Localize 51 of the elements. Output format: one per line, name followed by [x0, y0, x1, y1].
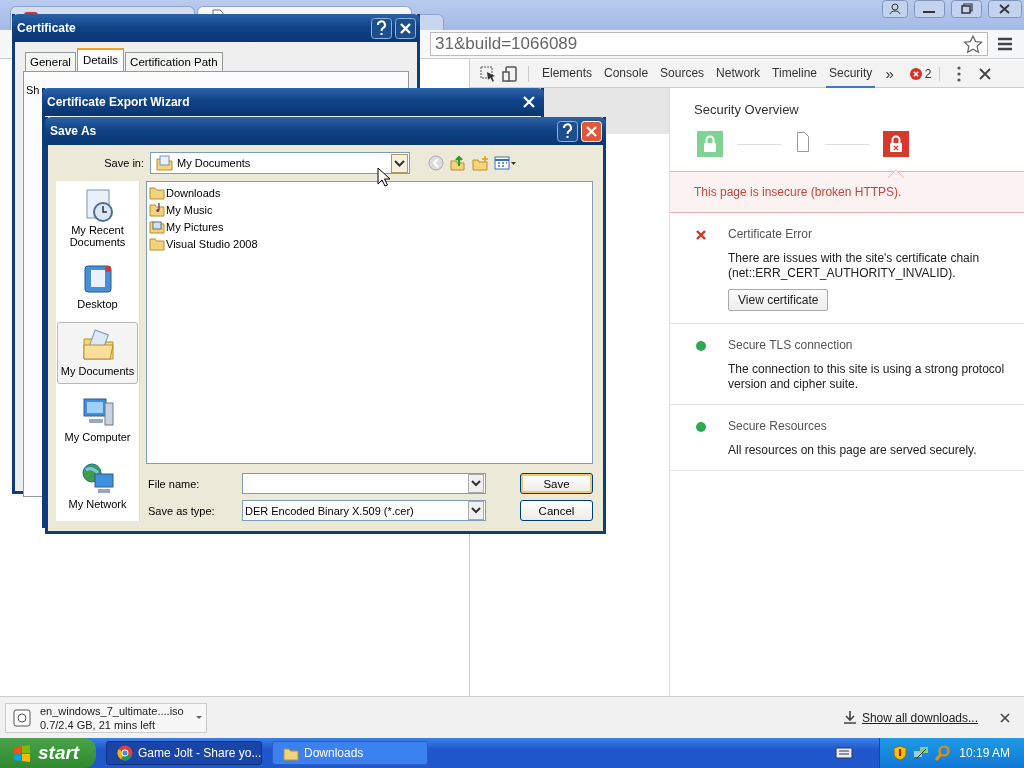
folder-dropdown[interactable]: My Documents: [150, 152, 410, 174]
item-description: There are issues with the site's certificate chain (net::ERR_CERT_AUTHORITY_INVALID).: [728, 251, 981, 281]
cancel-button[interactable]: Cancel: [520, 500, 593, 521]
field-label: Save in:: [104, 157, 144, 169]
devtools-tab[interactable]: Network: [713, 59, 764, 88]
window-title: Certificate: [17, 21, 76, 35]
url-text: 31&build=1066089: [435, 34, 579, 54]
download-status-text: 0.7/2.4 GB, 21 mins left: [40, 717, 156, 732]
places-item[interactable]: My Documents: [57, 321, 138, 384]
field-label: Save as type:: [148, 504, 216, 517]
devtools-tab[interactable]: Timeline: [769, 59, 820, 88]
taskbar-button[interactable]: Game Jolt - Share yo...: [106, 741, 262, 765]
item-title: Secure Resources: [728, 419, 828, 433]
item-description: All resources on this page are served securely.: [728, 443, 978, 458]
field-label: Sh: [26, 84, 40, 96]
field-label: File name:: [148, 477, 201, 490]
dialog-tab[interactable]: Certification Path: [125, 52, 223, 71]
places-item[interactable]: My Recent Documents: [57, 185, 138, 251]
clock: 10:19 AM: [959, 746, 1010, 760]
taskbar-button[interactable]: Downloads: [272, 741, 428, 765]
window-title: Certificate Export Wizard: [47, 95, 190, 109]
file-item[interactable]: Downloads: [149, 184, 590, 201]
panel-title: Security Overview: [693, 101, 800, 117]
dialog-tab[interactable]: General: [25, 52, 76, 71]
places-item[interactable]: My Network: [57, 454, 138, 517]
download-item[interactable]: en_windows_7_ultimate....iso 0.7/2.4 GB, 21 mins left: [5, 702, 207, 733]
devtools-tab[interactable]: Sources: [657, 59, 708, 88]
item-description: The connection to this site is using a strong protocol version and cipher suite.: [728, 362, 1006, 392]
devtools-tab[interactable]: Security: [826, 59, 876, 88]
show-all-downloads-link[interactable]: Show all downloads...: [861, 710, 978, 725]
address-bar[interactable]: 31&build=1066089: [430, 32, 988, 56]
file-item[interactable]: My Music: [149, 201, 590, 218]
file-item[interactable]: My Pictures: [149, 218, 590, 235]
view-certificate-button[interactable]: View certificate: [728, 289, 829, 311]
window-title: Save As: [50, 124, 97, 138]
insecure-message: This page is insecure (broken HTTPS).: [694, 185, 902, 199]
places-item[interactable]: Desktop: [57, 255, 138, 318]
devtools-tab[interactable]: Console: [601, 59, 652, 88]
start-button[interactable]: start: [0, 738, 96, 768]
file-name: en_windows_7_ultimate....iso: [40, 703, 185, 718]
file-type-dropdown[interactable]: DER Encoded Binary X.509 (*.cer): [242, 500, 486, 521]
save-button[interactable]: Save: [520, 473, 593, 494]
error-count[interactable]: 2: [909, 66, 941, 81]
error-count-text: 2: [924, 66, 932, 81]
places-item[interactable]: My Computer: [57, 388, 138, 451]
devtools-tab[interactable]: Elements: [539, 59, 596, 88]
item-title: Certificate Error: [728, 227, 814, 241]
dialog-tab[interactable]: Details: [76, 48, 125, 71]
more-tabs-button[interactable]: »: [881, 65, 904, 82]
file-item[interactable]: Visual Studio 2008: [149, 235, 590, 252]
item-title: Secure TLS connection: [728, 338, 854, 352]
